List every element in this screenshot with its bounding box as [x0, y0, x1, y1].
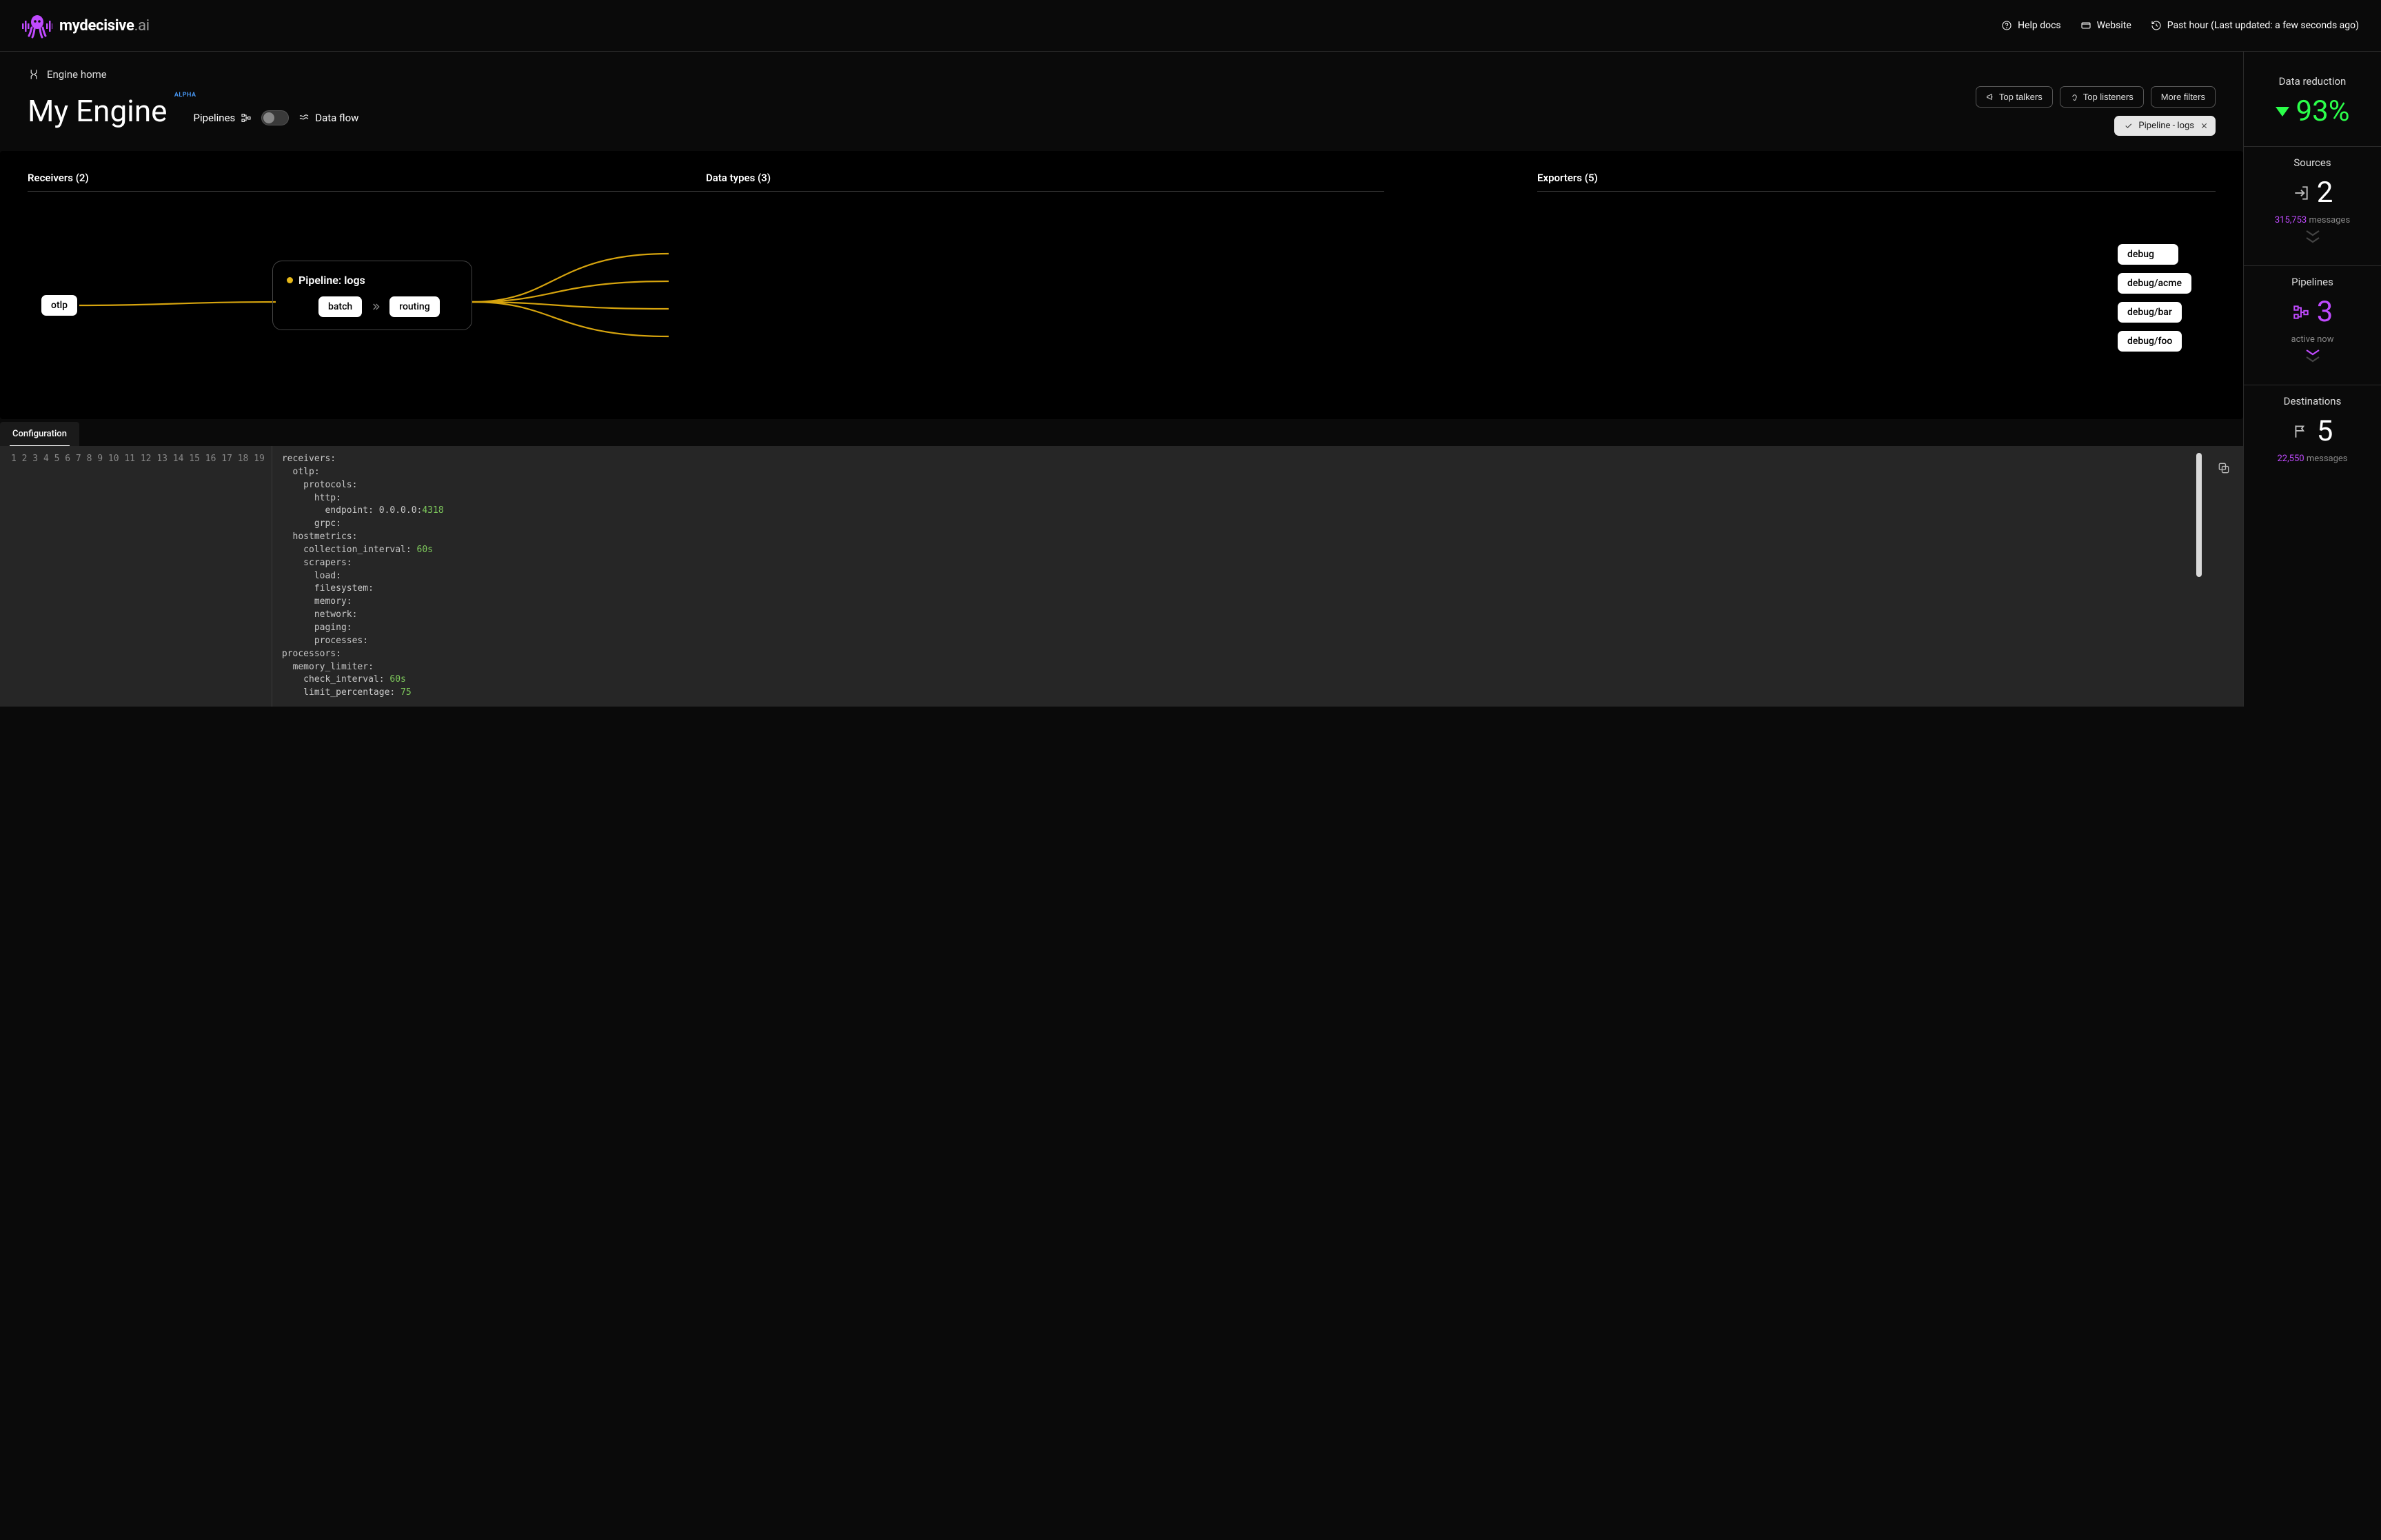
exporters-header: Exporters (5) [1537, 172, 2216, 192]
help-docs-link[interactable]: Help docs [2001, 20, 2061, 31]
help-circle-icon [2001, 20, 2012, 31]
breadcrumb-label: Engine home [47, 68, 107, 81]
config-code-editor[interactable]: 1 2 3 4 5 6 7 8 9 10 11 12 13 14 15 16 1… [0, 446, 2243, 707]
flag-icon [2292, 423, 2310, 440]
entry-icon [2292, 184, 2310, 202]
stat-data-reduction: Data reduction 93% [2244, 65, 2381, 147]
pipeline-box-logs[interactable]: Pipeline: logs batch routing [272, 261, 472, 330]
pipeline-graph: Receivers (2) Data types (3) Exporters (… [0, 151, 2243, 419]
exporter-node[interactable]: debug [2118, 244, 2178, 265]
edge-pipeline-exporters [472, 212, 672, 392]
code-body: receivers: otlp: protocols: http: endpoi… [272, 446, 2243, 707]
status-dot-icon [287, 277, 293, 283]
alpha-badge: ALPHA [174, 92, 196, 99]
history-icon [2151, 20, 2162, 31]
flow-arrow-down-icon [2251, 225, 2374, 247]
copy-config-button[interactable] [2217, 461, 2231, 475]
chevron-right-double-icon [370, 301, 381, 312]
stat-value: 93% [2296, 94, 2350, 128]
stat-sources: Sources 2 315,753 messages [2244, 147, 2381, 266]
top-talkers-button[interactable]: Top talkers [1976, 86, 2053, 108]
stat-value: 3 [2317, 295, 2333, 329]
stat-sub-unit: messages [2309, 215, 2350, 225]
processor-node-batch[interactable]: batch [318, 296, 362, 317]
stat-title: Sources [2251, 156, 2374, 169]
help-docs-label: Help docs [2018, 20, 2061, 31]
breadcrumb[interactable]: Engine home [28, 68, 2216, 81]
stat-value: 5 [2317, 414, 2333, 448]
exporter-node[interactable]: debug/bar [2118, 302, 2182, 323]
edge-receiver-pipeline [79, 212, 276, 392]
stat-pipelines: Pipelines 3 active now [2244, 266, 2381, 385]
copy-icon [2217, 461, 2231, 475]
stat-value: 2 [2317, 176, 2333, 210]
scrollbar-thumb[interactable] [2196, 453, 2202, 577]
view-toggle[interactable] [261, 110, 289, 125]
website-label: Website [2097, 20, 2131, 31]
flow-arrow-down-icon [2251, 345, 2374, 367]
logo-text: mydecisive.ai [59, 17, 150, 34]
check-icon [2124, 121, 2133, 130]
page-title: My Engine ALPHA [28, 93, 168, 129]
app-header: mydecisive.ai Help docs Website Past hou… [0, 0, 2381, 52]
stat-title: Data reduction [2251, 75, 2374, 88]
close-icon[interactable] [2200, 121, 2209, 130]
exporter-node[interactable]: debug/acme [2118, 273, 2191, 294]
time-status[interactable]: Past hour (Last updated: a few seconds a… [2151, 20, 2359, 31]
exporter-node[interactable]: debug/foo [2118, 331, 2182, 352]
tab-configuration[interactable]: Configuration [0, 422, 79, 446]
receivers-header: Receivers (2) [28, 172, 706, 192]
receiver-node-otlp[interactable]: otlp [41, 295, 77, 316]
stat-sub-count: 315,753 [2275, 215, 2307, 225]
datatypes-header: Data types (3) [706, 172, 1384, 192]
dataflow-mode-label: Data flow [298, 112, 358, 124]
active-filter-label: Pipeline - logs [2138, 121, 2194, 131]
trend-down-icon [2276, 107, 2289, 116]
browser-icon [2080, 20, 2091, 31]
stat-sub-count: 22,550 [2277, 454, 2304, 464]
processor-node-routing[interactable]: routing [389, 296, 439, 317]
dataflow-icon [298, 112, 310, 123]
stat-title: Pipelines [2251, 276, 2374, 288]
stat-sub-unit: messages [2307, 454, 2348, 464]
code-gutter: 1 2 3 4 5 6 7 8 9 10 11 12 13 14 15 16 1… [0, 446, 272, 707]
logo-octopus-icon [22, 12, 52, 39]
pipelines-icon [241, 112, 252, 123]
megaphone-icon [1986, 92, 1995, 101]
time-status-label: Past hour (Last updated: a few seconds a… [2167, 20, 2359, 31]
pipelines-graph-icon [2292, 303, 2310, 321]
stats-sidebar: Data reduction 93% Sources 2 315,753 mes… [2243, 52, 2381, 707]
stat-sub-label: active now [2251, 334, 2374, 345]
website-link[interactable]: Website [2080, 20, 2131, 31]
stat-destinations: Destinations 5 22,550 messages [2244, 385, 2381, 482]
pipelines-mode-label: Pipelines [194, 112, 252, 124]
more-filters-button[interactable]: More filters [2151, 86, 2216, 108]
engine-home-icon [28, 68, 40, 81]
ear-icon [2070, 92, 2079, 101]
stat-title: Destinations [2251, 395, 2374, 407]
top-listeners-button[interactable]: Top listeners [2060, 86, 2144, 108]
logo[interactable]: mydecisive.ai [22, 12, 150, 39]
active-filter-chip[interactable]: Pipeline - logs [2114, 116, 2216, 136]
pipeline-title-label: Pipeline: logs [298, 274, 365, 287]
